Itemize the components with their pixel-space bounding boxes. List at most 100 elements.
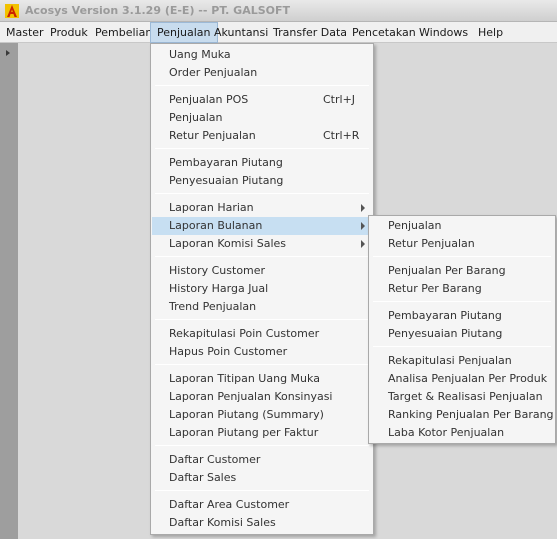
menu-item-daftar-sales[interactable]: Daftar Sales [152, 469, 372, 487]
submenu-item-retur-penjualan[interactable]: Retur Penjualan [370, 235, 554, 253]
menu-item-label: Penyesuaian Piutang [169, 174, 284, 187]
menu-item-laporan-harian[interactable]: Laporan Harian [152, 199, 372, 217]
menu-item-label: Daftar Sales [169, 471, 237, 484]
menu-separator [155, 256, 369, 257]
submenu-item-ranking-penjualan-per-barang[interactable]: Ranking Penjualan Per Barang [370, 406, 554, 424]
menu-item-label: Ranking Penjualan Per Barang [388, 408, 554, 421]
laporan-bulanan-submenu: Penjualan Retur Penjualan Penjualan Per … [368, 215, 556, 444]
menu-akuntansi[interactable]: Akuntansi [208, 22, 274, 43]
menu-bar: Master Produk Pembelian Penjualan Akunta… [0, 22, 557, 43]
submenu-arrow-icon [361, 222, 365, 230]
submenu-item-laba-kotor-penjualan[interactable]: Laba Kotor Penjualan [370, 424, 554, 442]
menu-item-label: Penjualan POS [169, 93, 249, 106]
menu-item-label: Laporan Komisi Sales [169, 237, 287, 250]
penjualan-dropdown: Uang Muka Order Penjualan Penjualan POS C… [150, 43, 374, 535]
menu-transfer-data[interactable]: Transfer Data [267, 22, 353, 43]
menu-item-laporan-piutang-per-faktur[interactable]: Laporan Piutang per Faktur [152, 424, 372, 442]
menu-item-label: Laporan Piutang (Summary) [169, 408, 324, 421]
menu-item-label: Penyesuaian Piutang [388, 327, 503, 340]
menu-item-history-customer[interactable]: History Customer [152, 262, 372, 280]
collapse-arrow-icon[interactable] [6, 50, 10, 56]
menu-item-label: Uang Muka [169, 48, 231, 61]
menu-item-laporan-piutang-summary[interactable]: Laporan Piutang (Summary) [152, 406, 372, 424]
menu-item-label: Laporan Bulanan [169, 219, 263, 232]
menu-item-label: Laporan Harian [169, 201, 254, 214]
submenu-item-penyesuaian-piutang[interactable]: Penyesuaian Piutang [370, 325, 554, 343]
menu-item-label: Laba Kotor Penjualan [388, 426, 505, 439]
menu-item-order-penjualan[interactable]: Order Penjualan [152, 64, 372, 82]
submenu-arrow-icon [361, 240, 365, 248]
menu-item-daftar-customer[interactable]: Daftar Customer [152, 451, 372, 469]
menu-separator [373, 301, 551, 302]
menu-item-history-harga-jual[interactable]: History Harga Jual [152, 280, 372, 298]
menu-item-label: Rekapitulasi Penjualan [388, 354, 512, 367]
menu-item-label: Pembayaran Piutang [388, 309, 502, 322]
acosys-logo-icon [5, 4, 19, 18]
menu-separator [155, 193, 369, 194]
menu-item-label: Daftar Area Customer [169, 498, 290, 511]
menu-item-pembayaran-piutang[interactable]: Pembayaran Piutang [152, 154, 372, 172]
menu-separator [155, 445, 369, 446]
menu-item-label: Order Penjualan [169, 66, 258, 79]
menu-item-label: Retur Penjualan [388, 237, 475, 250]
submenu-item-rekapitulasi-penjualan[interactable]: Rekapitulasi Penjualan [370, 352, 554, 370]
menu-item-rekapitulasi-poin-customer[interactable]: Rekapitulasi Poin Customer [152, 325, 372, 343]
menu-item-uang-muka[interactable]: Uang Muka [152, 46, 372, 64]
side-panel-strip[interactable] [0, 43, 18, 539]
menu-item-label: Rekapitulasi Poin Customer [169, 327, 320, 340]
menu-item-trend-penjualan[interactable]: Trend Penjualan [152, 298, 372, 316]
menu-master[interactable]: Master [0, 22, 50, 43]
menu-item-laporan-bulanan[interactable]: Laporan Bulanan [152, 217, 372, 235]
menu-item-daftar-area-customer[interactable]: Daftar Area Customer [152, 496, 372, 514]
menu-produk[interactable]: Produk [44, 22, 94, 43]
menu-separator [155, 85, 369, 86]
menu-item-label: Retur Penjualan [169, 129, 256, 142]
submenu-item-retur-per-barang[interactable]: Retur Per Barang [370, 280, 554, 298]
submenu-arrow-icon [361, 204, 365, 212]
submenu-item-penjualan-per-barang[interactable]: Penjualan Per Barang [370, 262, 554, 280]
menu-item-laporan-titipan-uang-muka[interactable]: Laporan Titipan Uang Muka [152, 370, 372, 388]
menu-help[interactable]: Help [472, 22, 509, 43]
menu-pencetakan[interactable]: Pencetakan [346, 22, 422, 43]
menu-item-label: Pembayaran Piutang [169, 156, 283, 169]
menu-separator [373, 256, 551, 257]
menu-separator [155, 319, 369, 320]
menu-item-label: Penjualan [169, 111, 223, 124]
menu-item-label: Daftar Komisi Sales [169, 516, 276, 529]
menu-separator [155, 148, 369, 149]
menu-separator [373, 346, 551, 347]
menu-item-penjualan-pos[interactable]: Penjualan POS Ctrl+J [152, 91, 372, 109]
menu-item-penyesuaian-piutang[interactable]: Penyesuaian Piutang [152, 172, 372, 190]
menu-item-label: History Customer [169, 264, 266, 277]
shortcut-label: Ctrl+R [323, 129, 360, 142]
menu-item-label: Hapus Poin Customer [169, 345, 288, 358]
menu-separator [155, 490, 369, 491]
menu-item-label: Analisa Penjualan Per Produk [388, 372, 548, 385]
menu-item-hapus-poin-customer[interactable]: Hapus Poin Customer [152, 343, 372, 361]
title-bar: Acosys Version 3.1.29 (E-E) -- PT. GALSO… [0, 0, 557, 22]
menu-item-label: Target & Realisasi Penjualan [388, 390, 543, 403]
menu-item-daftar-komisi-sales[interactable]: Daftar Komisi Sales [152, 514, 372, 532]
menu-item-label: Laporan Piutang per Faktur [169, 426, 319, 439]
menu-item-label: Trend Penjualan [169, 300, 257, 313]
menu-item-laporan-penjualan-konsinyasi[interactable]: Laporan Penjualan Konsinyasi [152, 388, 372, 406]
menu-item-retur-penjualan[interactable]: Retur Penjualan Ctrl+R [152, 127, 372, 145]
menu-item-laporan-komisi-sales[interactable]: Laporan Komisi Sales [152, 235, 372, 253]
submenu-item-pembayaran-piutang[interactable]: Pembayaran Piutang [370, 307, 554, 325]
submenu-item-target-realisasi-penjualan[interactable]: Target & Realisasi Penjualan [370, 388, 554, 406]
menu-item-label: Retur Per Barang [388, 282, 482, 295]
menu-item-label: Penjualan [388, 219, 442, 232]
menu-pembelian[interactable]: Pembelian [89, 22, 158, 43]
menu-item-label: Laporan Penjualan Konsinyasi [169, 390, 333, 403]
menu-item-label: Penjualan Per Barang [388, 264, 506, 277]
menu-windows[interactable]: Windows [413, 22, 474, 43]
window-title: Acosys Version 3.1.29 (E-E) -- PT. GALSO… [25, 4, 291, 17]
menu-separator [155, 364, 369, 365]
menu-item-label: Daftar Customer [169, 453, 261, 466]
shortcut-label: Ctrl+J [323, 93, 356, 106]
submenu-item-penjualan[interactable]: Penjualan [370, 217, 554, 235]
submenu-item-analisa-penjualan-per-produk[interactable]: Analisa Penjualan Per Produk [370, 370, 554, 388]
menu-item-penjualan[interactable]: Penjualan [152, 109, 372, 127]
menu-item-label: History Harga Jual [169, 282, 269, 295]
menu-item-label: Laporan Titipan Uang Muka [169, 372, 320, 385]
